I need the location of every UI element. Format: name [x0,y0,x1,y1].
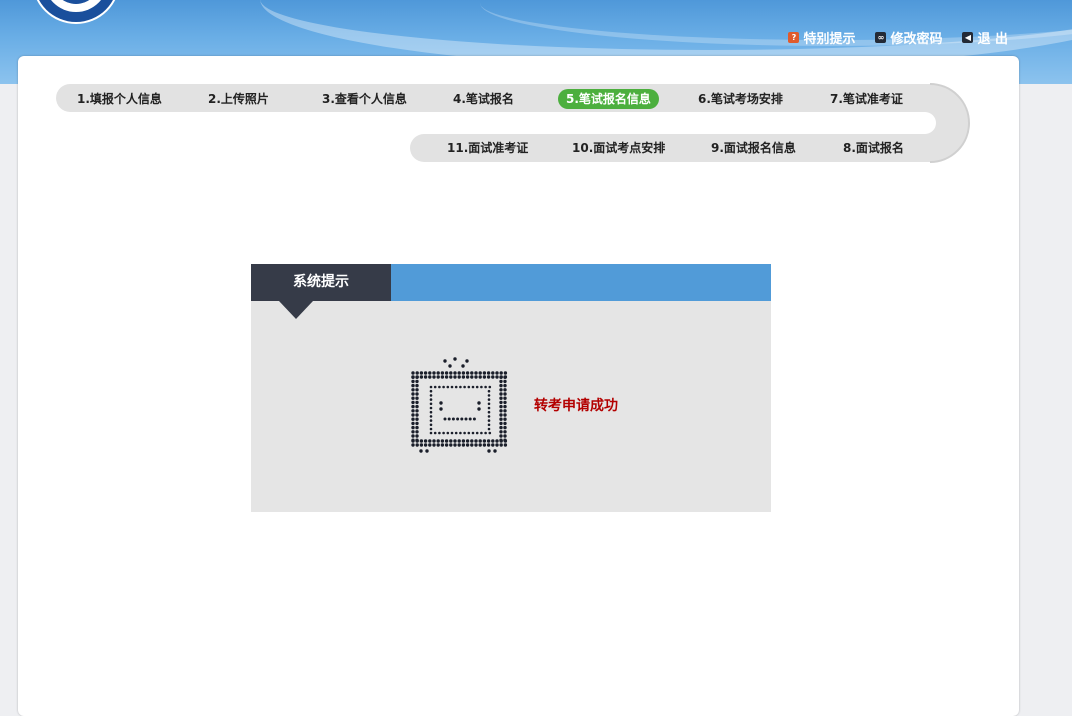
step-7[interactable]: 7.笔试准考证 [830,89,903,109]
step-1[interactable]: 1.填报个人信息 [77,89,162,109]
step-4[interactable]: 4.笔试报名 [453,89,514,109]
system-notice-dialog: 系统提示 转考申请成功 [251,264,771,512]
step-5-active[interactable]: 5.笔试报名信息 [558,89,659,109]
step-10[interactable]: 10.面试考点安排 [572,138,665,158]
step-6[interactable]: 6.笔试考场安排 [698,89,783,109]
dialog-title: 系统提示 [251,264,391,301]
step-8[interactable]: 8.面试报名 [843,138,904,158]
step-11[interactable]: 11.面试准考证 [447,138,528,158]
tv-icon [411,357,508,453]
step-2[interactable]: 2.上传照片 [208,89,269,109]
step-9[interactable]: 9.面试报名信息 [711,138,796,158]
dialog-message: 转考申请成功 [534,398,618,414]
step-3[interactable]: 3.查看个人信息 [322,89,407,109]
dialog-title-pointer [279,301,313,319]
